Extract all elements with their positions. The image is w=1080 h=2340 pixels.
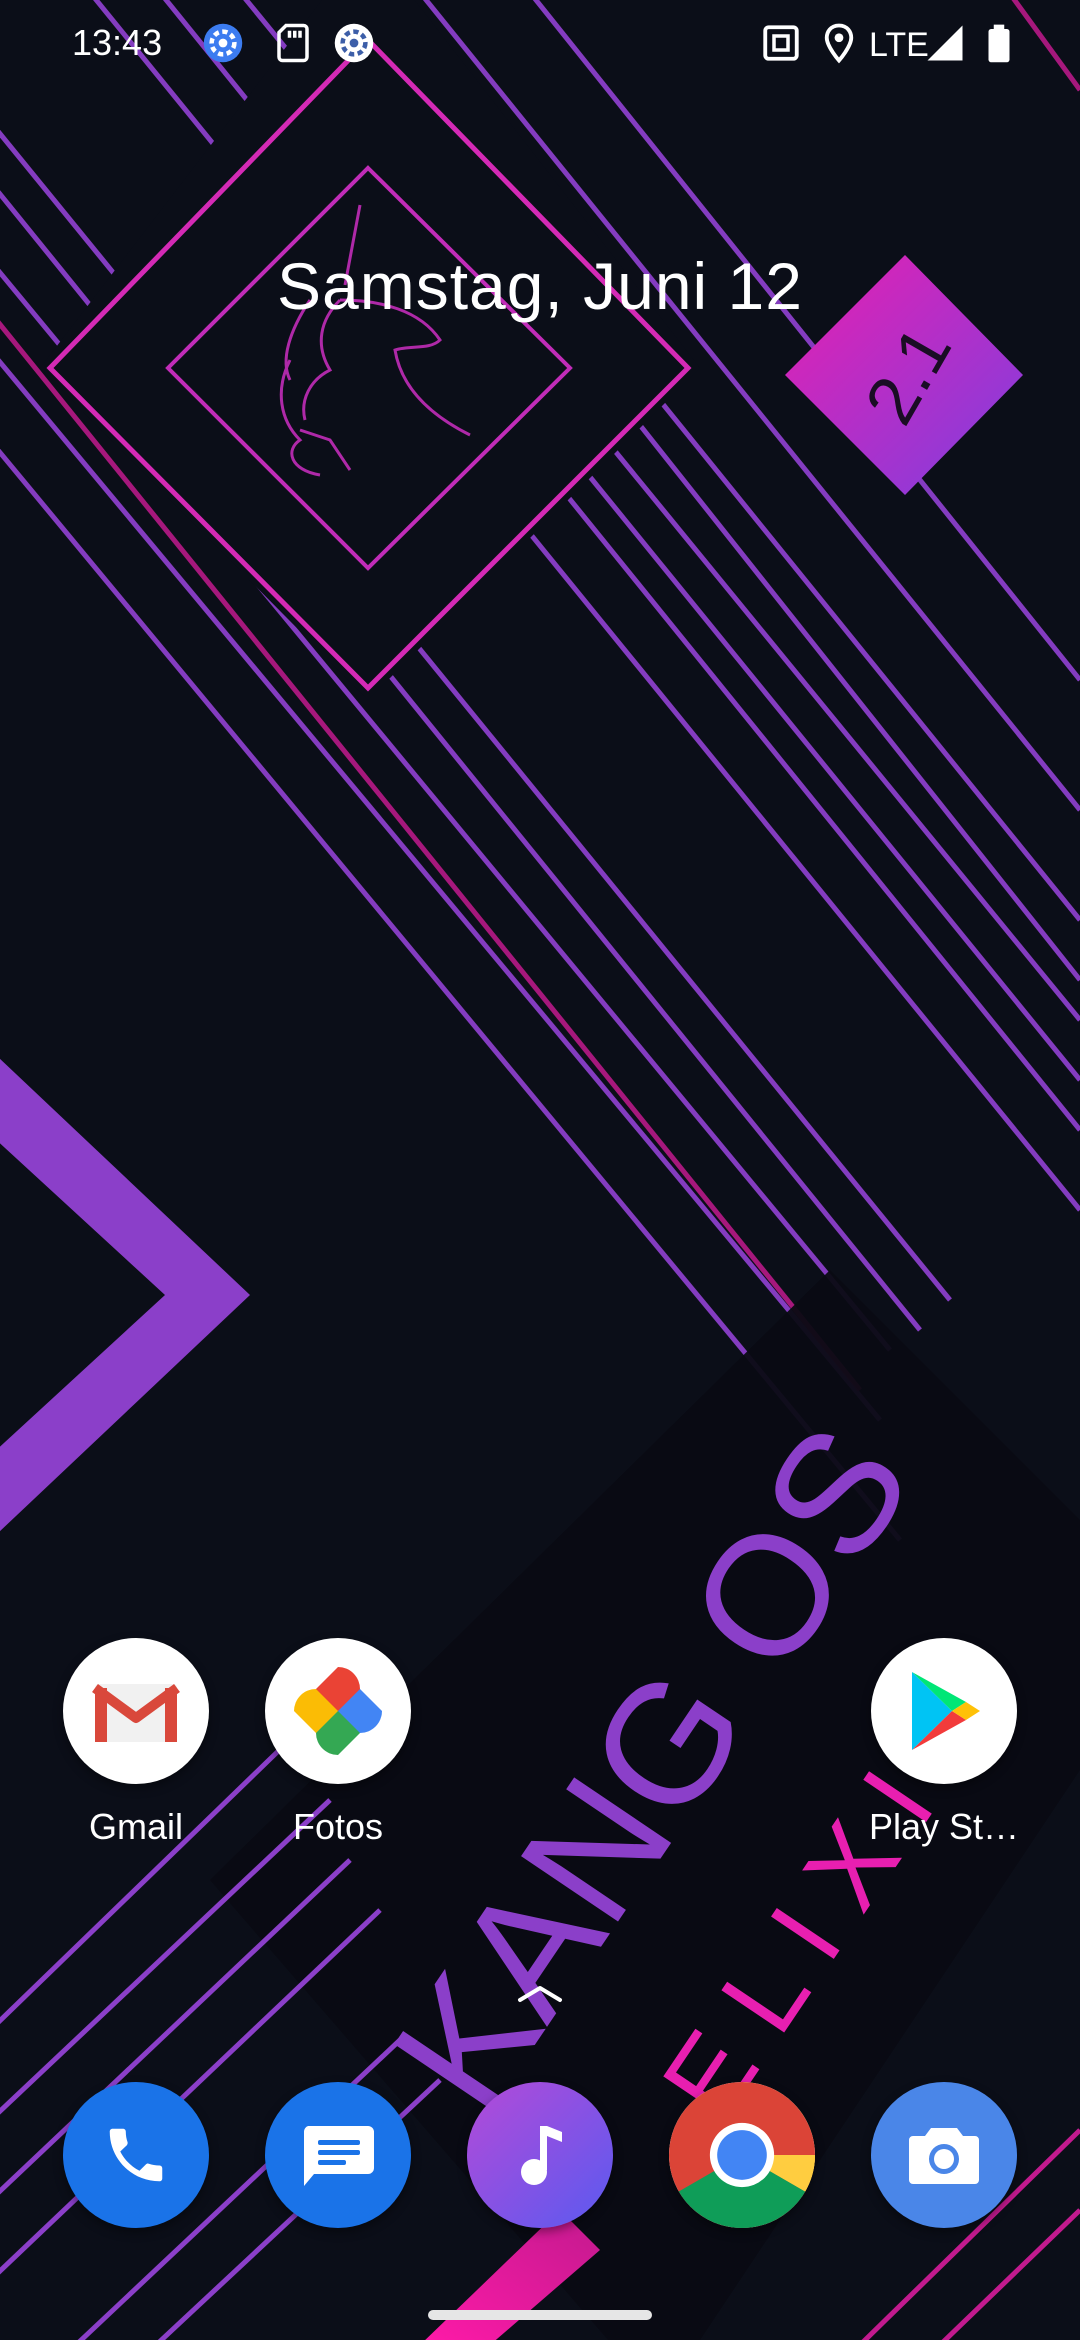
gesture-nav-bar[interactable] bbox=[428, 2310, 652, 2320]
settings-gear-icon bbox=[334, 23, 374, 63]
settings-gear-icon bbox=[203, 23, 243, 63]
status-time: 13:43 bbox=[72, 22, 163, 63]
battery-icon bbox=[988, 24, 1010, 63]
messages-icon bbox=[265, 2082, 411, 2228]
google-photos-icon bbox=[265, 1638, 411, 1784]
app-drawer-arrow-icon[interactable] bbox=[516, 1980, 564, 2004]
play-store-icon bbox=[871, 1638, 1017, 1784]
app-label: Gmail bbox=[88, 1806, 183, 1847]
app-fotos[interactable]: Fotos bbox=[238, 1638, 438, 1848]
nfc-icon bbox=[763, 25, 799, 61]
app-label: Play St… bbox=[868, 1806, 1020, 1847]
signal-icon bbox=[927, 25, 963, 61]
app-play-store[interactable]: Play St… bbox=[844, 1638, 1044, 1848]
chrome-icon bbox=[669, 2082, 815, 2228]
network-type: LTE bbox=[869, 26, 929, 64]
dock-camera[interactable] bbox=[844, 2082, 1044, 2228]
camera-icon bbox=[871, 2082, 1017, 2228]
phone-icon bbox=[63, 2082, 209, 2228]
location-icon bbox=[824, 23, 854, 64]
dock-messages[interactable] bbox=[238, 2082, 438, 2228]
dock-music[interactable] bbox=[440, 2082, 640, 2228]
dock-phone[interactable] bbox=[36, 2082, 236, 2228]
gmail-icon bbox=[63, 1638, 209, 1784]
sd-card-icon bbox=[277, 23, 309, 63]
status-bar: 13:43 LTE bbox=[0, 0, 1080, 90]
app-gmail[interactable]: Gmail bbox=[36, 1638, 236, 1848]
music-icon bbox=[467, 2082, 613, 2228]
dock-chrome[interactable] bbox=[642, 2082, 842, 2228]
app-label: Fotos bbox=[292, 1806, 384, 1847]
